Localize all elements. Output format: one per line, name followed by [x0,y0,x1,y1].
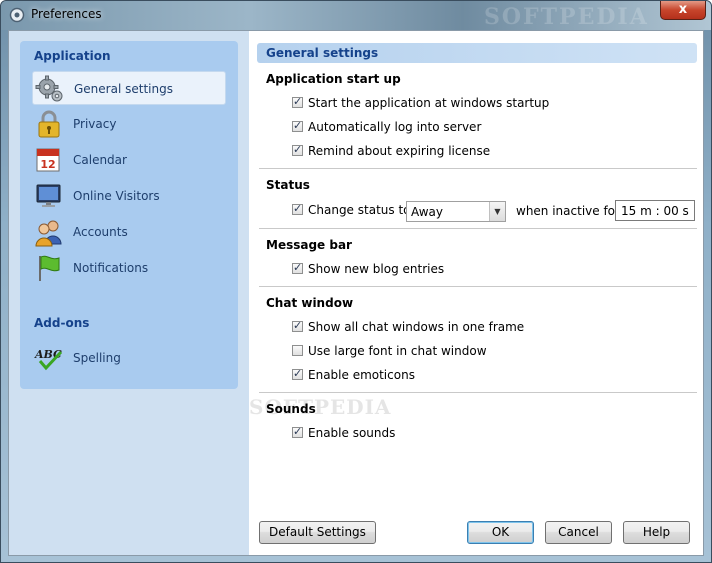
group-title-startup: Application start up [266,72,401,86]
window-title: Preferences [31,7,102,21]
monitor-icon [36,184,61,207]
sidebar-item-notifications[interactable]: Notifications [32,251,226,285]
sidebar-heading-application: Application [34,49,111,63]
checkmark-icon: ✓ [293,202,303,215]
checkbox-box[interactable] [292,345,303,356]
checkmark-icon: ✓ [293,367,303,380]
status-dropdown-value: Away [411,205,443,219]
close-icon: x [678,2,688,17]
divider [259,286,697,287]
sidebar-item-online-visitors[interactable]: Online Visitors [32,179,226,213]
group-title-sounds: Sounds [266,402,316,416]
sidebar-item-label: Accounts [73,225,128,239]
padlock-icon [38,110,60,138]
checkmark-icon: ✓ [293,319,303,332]
divider [259,228,697,229]
section-header: General settings [257,43,697,63]
checkbox-box[interactable]: ✓ [292,367,303,380]
checkbox-label: Use large font in chat window [308,344,487,358]
calendar-day-number: 12 [40,158,55,171]
checkbox-label: Show all chat windows in one frame [308,320,525,334]
checkbox-label: Automatically log into server [308,120,482,134]
help-button[interactable]: Help [623,521,690,544]
preferences-window: Preferences SOFTPEDIA x Application Gene… [0,0,712,563]
checkbox-box[interactable]: ✓ [292,95,303,108]
group-title-chat-window: Chat window [266,296,354,310]
cancel-button[interactable]: Cancel [545,521,612,544]
gear-icon [35,75,63,102]
sidebar-item-label: Calendar [73,153,127,167]
sidebar-item-label: Online Visitors [73,189,160,203]
checkbox-label: Change status to [308,203,411,217]
users-icon [35,220,62,247]
watermark-text: SOFTPEDIA [484,4,649,30]
divider [259,392,697,393]
checkbox-label: Enable emoticons [308,368,415,382]
checkmark-icon: ✓ [293,261,303,274]
inactive-time-value: 15 m : 00 s [621,204,689,218]
ok-button[interactable]: OK [467,521,534,544]
group-title-message-bar: Message bar [266,238,352,252]
settings-panel: General settings Application start up ✓ … [249,31,703,555]
title-bar[interactable]: Preferences SOFTPEDIA x [1,1,711,30]
sidebar-item-spelling[interactable]: ABC Spelling [32,341,226,375]
sidebar-heading-addons: Add-ons [34,316,90,330]
sidebar-item-label: Privacy [73,117,117,131]
checkbox-box[interactable]: ✓ [292,319,303,332]
chevron-down-icon[interactable]: ▼ [489,202,505,221]
sidebar-item-privacy[interactable]: Privacy [32,107,226,141]
app-icon [9,7,25,23]
inactive-label: when inactive for [516,204,620,218]
checkbox-box[interactable]: ✓ [292,202,303,215]
checkmark-icon: ✓ [293,143,303,156]
divider [259,168,697,169]
checkmark-icon: ✓ [293,95,303,108]
checkbox-box[interactable]: ✓ [292,425,303,438]
checkbox-label: Show new blog entries [308,262,445,276]
checkmark-icon: ✓ [293,425,303,438]
sidebar-item-accounts[interactable]: Accounts [32,215,226,249]
checkbox-box[interactable]: ✓ [292,119,303,132]
checkbox-label: Enable sounds [308,426,396,440]
flag-icon [39,255,60,281]
sidebar-item-label: Spelling [73,351,121,365]
checkbox-label: Remind about expiring license [308,144,491,158]
calendar-icon: 12 [36,148,60,172]
checkmark-icon: ✓ [293,119,303,132]
checkbox-label: Start the application at windows startup [308,96,550,110]
sidebar-item-label: Notifications [73,261,149,275]
close-button[interactable]: x [660,1,706,20]
client-area: Application General settings Privacy 12 … [8,30,704,556]
status-dropdown[interactable]: Away ▼ [406,201,506,222]
sidebar-item-label: General settings [74,82,173,96]
group-title-status: Status [266,178,310,192]
sidebar-item-calendar[interactable]: 12 Calendar [32,143,226,177]
sidebar-background: Application General settings Privacy 12 … [9,31,249,555]
inactive-time-input[interactable]: 15 m : 00 s [615,200,695,221]
checkbox-box[interactable]: ✓ [292,143,303,156]
spelling-abc-icon: ABC [34,348,63,371]
sidebar: Application General settings Privacy 12 … [20,41,238,389]
section-title: General settings [266,46,379,60]
checkbox-box[interactable]: ✓ [292,261,303,274]
default-settings-button[interactable]: Default Settings [259,521,376,544]
sidebar-item-general-settings[interactable]: General settings [32,71,226,105]
